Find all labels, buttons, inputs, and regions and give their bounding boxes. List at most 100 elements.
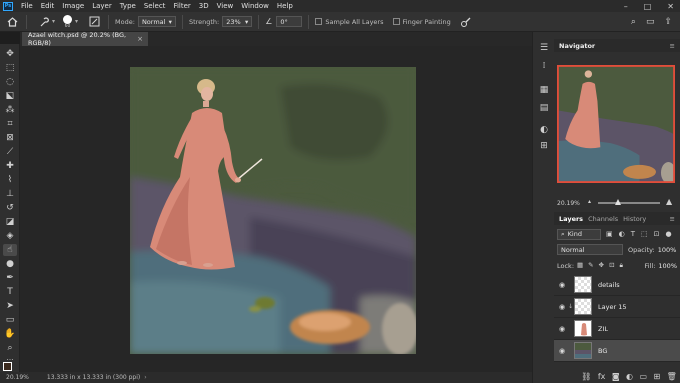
brush-size-picker[interactable]: 60 bbox=[63, 14, 73, 29]
menu-type[interactable]: Type bbox=[120, 2, 136, 10]
close-window-button[interactable]: ✕ bbox=[667, 2, 674, 11]
zoom-in-icon[interactable]: ▲ bbox=[666, 197, 672, 206]
layer-row[interactable]: ◉ details bbox=[554, 274, 680, 296]
adjustments-icon[interactable]: ◐ bbox=[538, 124, 550, 136]
pixel-filter-icon[interactable]: ▣ bbox=[606, 230, 613, 238]
frame-tool-icon[interactable]: ⊠ bbox=[3, 132, 17, 144]
paint-bucket-tool-icon[interactable]: ◈ bbox=[3, 230, 17, 242]
eyedropper-tool-icon[interactable]: ⟋ bbox=[3, 146, 17, 158]
menu-edit[interactable]: Edit bbox=[41, 2, 55, 10]
canvas-area[interactable] bbox=[20, 46, 532, 372]
menu-view[interactable]: View bbox=[217, 2, 234, 10]
add-mask-icon[interactable]: ◙ bbox=[612, 372, 620, 381]
path-selection-tool-icon[interactable]: ➤ bbox=[3, 300, 17, 312]
home-icon[interactable] bbox=[4, 14, 20, 30]
layer-row[interactable]: ◉ ZIL bbox=[554, 318, 680, 340]
menu-layer[interactable]: Layer bbox=[92, 2, 112, 10]
navigator-thumbnail[interactable] bbox=[557, 65, 675, 183]
navigator-zoom-value[interactable]: 20.19% bbox=[557, 200, 580, 207]
panel-menu-icon[interactable]: ≡ bbox=[670, 215, 675, 223]
rectangle-tool-icon[interactable]: ▭ bbox=[3, 314, 17, 326]
tab-channels[interactable]: Channels bbox=[588, 215, 618, 223]
new-group-icon[interactable]: ▭ bbox=[639, 372, 647, 381]
visibility-eye-icon[interactable]: ◉ bbox=[556, 281, 568, 289]
new-adjustment-icon[interactable]: ◐ bbox=[626, 372, 633, 381]
search-icon[interactable]: ⌕ bbox=[631, 17, 636, 27]
strength-input[interactable]: 23% ▾ bbox=[222, 16, 253, 27]
tab-layers[interactable]: Layers bbox=[559, 215, 583, 223]
delete-layer-icon[interactable]: 🗑︎ bbox=[667, 372, 677, 381]
smudge-tool-icon[interactable]: ☝ bbox=[3, 244, 17, 256]
lock-all-icon[interactable]: 🔒︎ bbox=[620, 261, 623, 270]
visibility-eye-icon[interactable]: ◉ bbox=[556, 303, 568, 311]
status-document-size[interactable]: 13.333 in x 13.333 in (300 ppi) bbox=[47, 374, 140, 381]
layer-row-selected[interactable]: ◉ BG bbox=[554, 340, 680, 362]
menu-help[interactable]: Help bbox=[277, 2, 293, 10]
menu-file[interactable]: File bbox=[21, 2, 33, 10]
tab-history[interactable]: History bbox=[623, 215, 646, 223]
hand-tool-icon[interactable]: ✋ bbox=[3, 328, 17, 340]
swatches-icon[interactable]: ▦ bbox=[538, 84, 550, 96]
minimize-button[interactable]: – bbox=[624, 2, 628, 11]
layer-name[interactable]: BG bbox=[598, 347, 607, 355]
lock-position-icon[interactable]: ✥ bbox=[599, 261, 604, 270]
lasso-tool-icon[interactable]: ◌ bbox=[3, 76, 17, 88]
workspace-icon[interactable]: ▭ bbox=[646, 17, 655, 27]
clone-stamp-tool-icon[interactable]: ⊥ bbox=[3, 188, 17, 200]
visibility-eye-icon[interactable]: ◉ bbox=[556, 347, 568, 355]
eraser-tool-icon[interactable]: ◪ bbox=[3, 216, 17, 228]
navigator-title[interactable]: Navigator bbox=[559, 42, 595, 50]
menu-window[interactable]: Window bbox=[241, 2, 269, 10]
close-tab-icon[interactable]: × bbox=[137, 35, 143, 43]
angle-input[interactable]: 0° bbox=[276, 16, 303, 27]
mode-select[interactable]: Normal ▾ bbox=[137, 16, 176, 27]
marquee-tool-icon[interactable]: ⬚ bbox=[3, 62, 17, 74]
crop-tool-icon[interactable]: ⌗ bbox=[3, 118, 17, 130]
layer-name[interactable]: Layer 15 bbox=[598, 303, 626, 311]
brush-settings-panel-icon[interactable]: ⁞ bbox=[538, 60, 550, 72]
share-icon[interactable]: ⇪ bbox=[664, 17, 672, 27]
object-selection-tool-icon[interactable]: ⬕ bbox=[3, 90, 17, 102]
type-filter-icon[interactable]: T bbox=[631, 230, 635, 238]
blend-mode-select[interactable]: Normal bbox=[557, 244, 623, 255]
lock-transparency-icon[interactable]: ▦ bbox=[577, 261, 583, 270]
visibility-eye-icon[interactable]: ◉ bbox=[556, 325, 568, 333]
pressure-icon[interactable] bbox=[458, 14, 474, 30]
styles-icon[interactable]: ⊞ bbox=[538, 140, 550, 152]
finger-painting-checkbox[interactable] bbox=[392, 18, 400, 25]
maximize-button[interactable]: □ bbox=[644, 2, 652, 11]
chevron-down-icon[interactable]: ▾ bbox=[52, 18, 55, 25]
brush-tool-icon[interactable]: ⌇ bbox=[3, 174, 17, 186]
filter-toggle-icon[interactable]: ● bbox=[666, 230, 672, 238]
foreground-color-swatch[interactable] bbox=[3, 362, 12, 371]
layer-row[interactable]: ◉ ↓ Layer 15 bbox=[554, 296, 680, 318]
sample-all-layers-checkbox[interactable] bbox=[315, 18, 323, 25]
menu-filter[interactable]: Filter bbox=[173, 2, 190, 10]
panel-menu-icon[interactable]: ≡ bbox=[670, 42, 675, 50]
menu-image[interactable]: Image bbox=[62, 2, 84, 10]
fill-value[interactable]: 100% bbox=[658, 262, 677, 270]
adjustment-filter-icon[interactable]: ◐ bbox=[619, 230, 625, 238]
menu-3d[interactable]: 3D bbox=[199, 2, 209, 10]
kind-filter-select[interactable]: ⌕ Kind bbox=[557, 228, 601, 240]
pen-tool-icon[interactable]: ✒ bbox=[3, 272, 17, 284]
menu-select[interactable]: Select bbox=[144, 2, 166, 10]
artwork-canvas[interactable] bbox=[130, 67, 416, 354]
opacity-value[interactable]: 100% bbox=[658, 246, 677, 254]
photoshop-logo-icon[interactable]: Ps bbox=[3, 1, 13, 11]
history-brush-tool-icon[interactable]: ↺ bbox=[3, 202, 17, 214]
zoom-slider[interactable] bbox=[598, 202, 660, 204]
chevron-right-icon[interactable]: › bbox=[144, 374, 146, 381]
shape-filter-icon[interactable]: ⬚ bbox=[641, 230, 648, 238]
status-zoom[interactable]: 20.19% bbox=[6, 374, 29, 381]
layer-name[interactable]: details bbox=[598, 281, 620, 289]
zoom-out-icon[interactable]: ▴ bbox=[588, 198, 591, 205]
smudge-tool-preset-icon[interactable] bbox=[37, 14, 53, 30]
chevron-down-icon[interactable]: ▾ bbox=[75, 18, 78, 25]
properties-icon[interactable]: ☰ bbox=[538, 42, 550, 54]
dodge-tool-icon[interactable]: ● bbox=[3, 258, 17, 270]
zoom-slider-handle[interactable] bbox=[615, 199, 621, 205]
magic-wand-tool-icon[interactable]: ⁂ bbox=[3, 104, 17, 116]
link-layers-icon[interactable]: ⛓ bbox=[581, 372, 591, 381]
artboard-lock-icon[interactable]: ⊡ bbox=[609, 261, 614, 270]
